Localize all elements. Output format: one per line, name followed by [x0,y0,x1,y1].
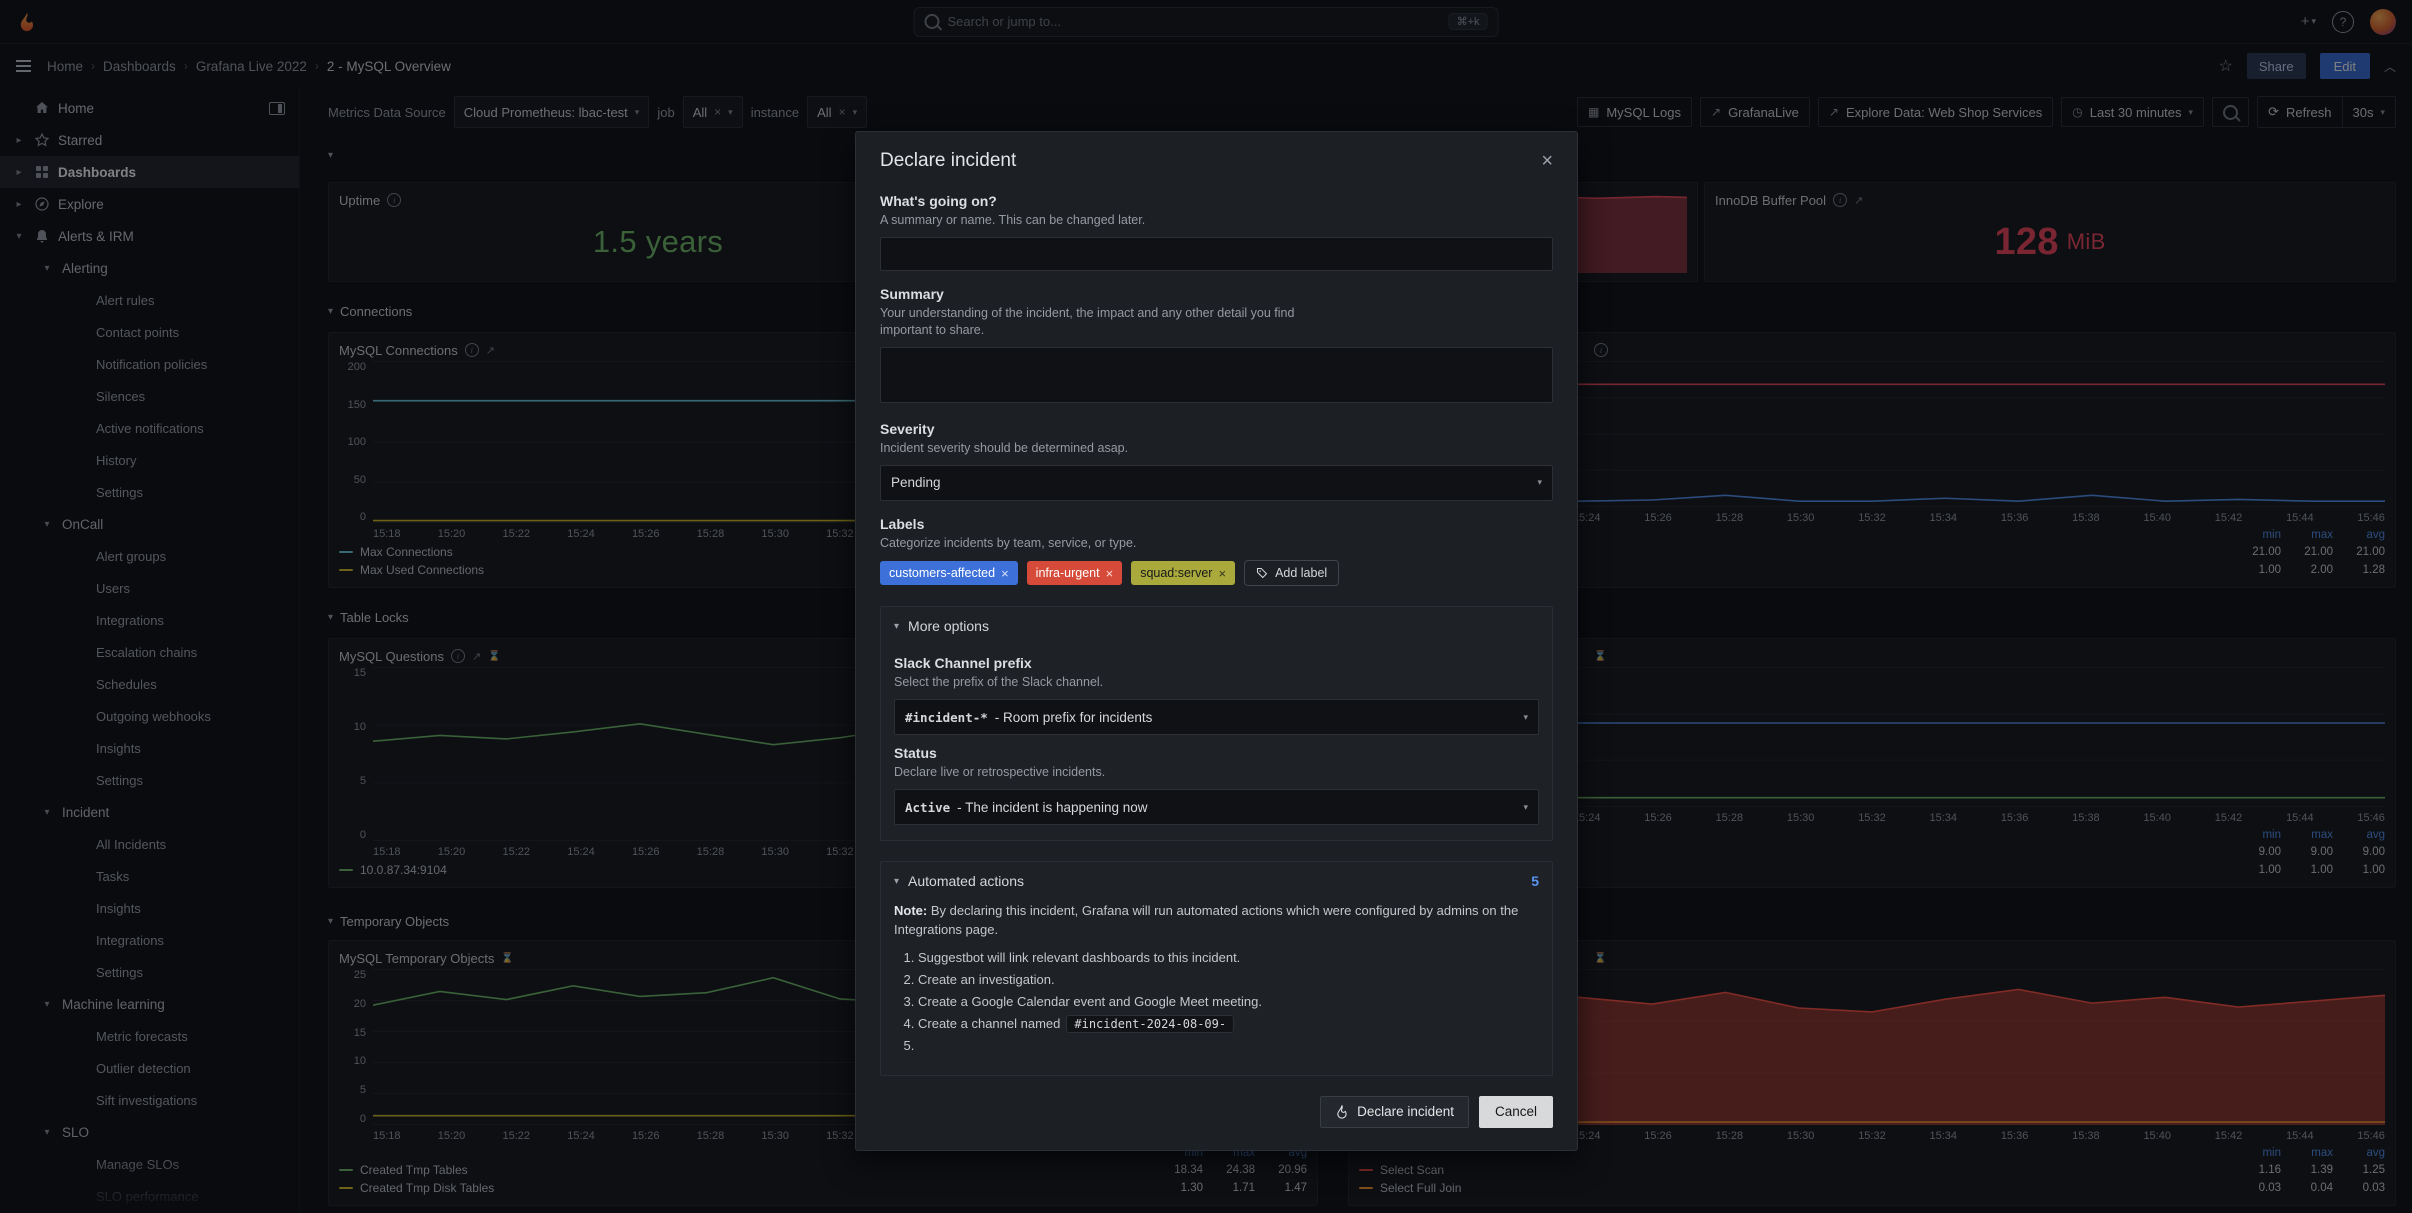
automated-actions-section: ▾ Automated actions 5 Note: By declaring… [880,861,1553,1076]
chevron-down-icon: ▾ [894,876,899,887]
automated-actions-list: Suggestbot will link relevant dashboards… [894,950,1539,1053]
incident-flame-icon [1335,1105,1349,1119]
tag-icon [1256,567,1268,579]
status-label: Status [894,745,1539,761]
summary-textarea[interactable] [880,347,1553,403]
remove-label-icon[interactable]: × [1106,566,1114,581]
list-item: Create a Google Calendar event and Googl… [918,994,1539,1009]
close-icon[interactable]: × [1541,151,1553,171]
chevron-down-icon: ▾ [1537,477,1542,488]
label-chip[interactable]: squad:server× [1131,561,1235,585]
whats-going-on-helper: A summary or name. This can be changed l… [880,212,1310,229]
summary-label: Summary [880,286,1553,302]
automated-actions-note: Note: By declaring this incident, Grafan… [894,902,1539,940]
modal-title: Declare incident [880,150,1016,172]
chevron-down-icon: ▾ [1523,712,1528,723]
summary-helper: Your understanding of the incident, the … [880,305,1310,339]
severity-label: Severity [880,421,1553,437]
list-item: Suggestbot will link relevant dashboards… [918,950,1539,965]
cancel-button[interactable]: Cancel [1479,1096,1553,1128]
labels-helper: Categorize incidents by team, service, o… [880,535,1310,552]
label-chip[interactable]: infra-urgent× [1027,561,1123,585]
automated-actions-toggle[interactable]: ▾ Automated actions 5 [881,862,1552,900]
grafana-app: Search or jump to... ⌘+k +▾ ? Home › Das… [0,0,2412,1213]
list-item: Create an investigation. [918,972,1539,987]
automated-actions-count: 5 [1531,873,1539,889]
status-select[interactable]: Active - The incident is happening now ▾ [894,789,1539,825]
chevron-down-icon: ▾ [894,621,899,632]
label-chip[interactable]: customers-affected× [880,561,1018,585]
more-options-toggle[interactable]: ▾ More options [881,607,1552,645]
slack-prefix-select[interactable]: #incident-* - Room prefix for incidents … [894,699,1539,735]
whats-going-on-label: What's going on? [880,193,1553,209]
remove-label-icon[interactable]: × [1218,566,1226,581]
list-item [918,1038,1539,1053]
list-item: Create a channel named#incident-2024-08-… [918,1016,1539,1031]
slack-prefix-label: Slack Channel prefix [894,655,1539,671]
severity-select[interactable]: Pending ▾ [880,465,1553,501]
add-label-button[interactable]: Add label [1244,560,1339,586]
slack-prefix-helper: Select the prefix of the Slack channel. [894,674,1324,691]
more-options-section: ▾ More options Slack Channel prefix Sele… [880,606,1553,841]
status-helper: Declare live or retrospective incidents. [894,764,1324,781]
remove-label-icon[interactable]: × [1001,566,1009,581]
channel-name-code: #incident-2024-08-09- [1066,1015,1234,1033]
chevron-down-icon: ▾ [1523,802,1528,813]
labels-label: Labels [880,516,1553,532]
severity-helper: Incident severity should be determined a… [880,440,1310,457]
whats-going-on-input[interactable] [880,237,1553,271]
declare-incident-button[interactable]: Declare incident [1320,1096,1469,1128]
declare-incident-modal: Declare incident × What's going on? A su… [855,131,1578,1151]
